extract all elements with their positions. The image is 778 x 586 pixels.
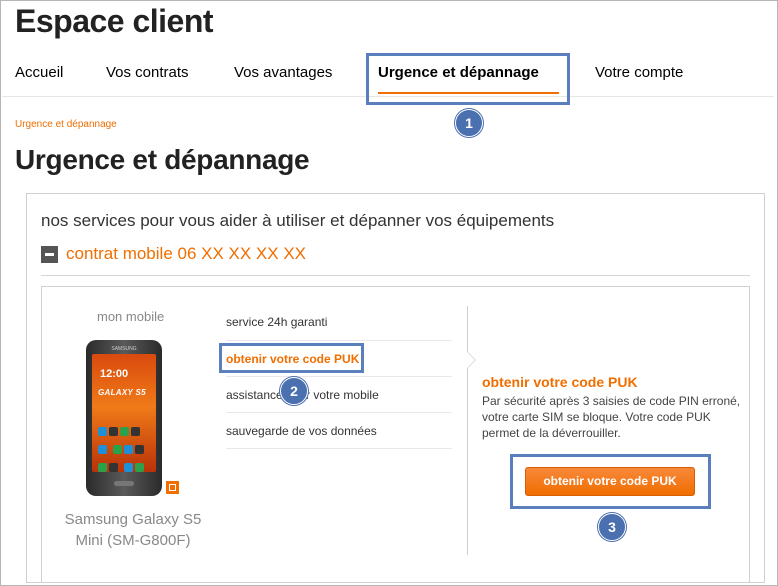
phone-home-button (114, 481, 134, 486)
contract-divider (41, 275, 750, 276)
highlight-box-nav (366, 53, 570, 105)
app-title: Espace client (15, 3, 214, 39)
breadcrumb[interactable]: Urgence et dépannage (15, 119, 117, 130)
phone-model-text: GALAXY S5 (98, 388, 146, 397)
device-name-line1: Samsung Galaxy S5 (64, 511, 202, 528)
service-divider (226, 376, 452, 377)
detail-divider (467, 306, 468, 555)
orange-logo-icon (166, 481, 179, 494)
service-item-sauvegarde[interactable]: sauvegarde de vos données (226, 424, 452, 438)
step-badge-3: 3 (598, 513, 626, 541)
phone-screen: 12:00 GALAXY S5 (92, 354, 156, 472)
service-item-24h[interactable]: service 24h garanti (226, 315, 452, 329)
device-name-line2: Mini (SM-G800F) (75, 532, 191, 549)
nav-item-votre-compte[interactable]: Votre compte (595, 64, 683, 81)
phone-app-grid (97, 424, 151, 472)
detail-title: obtenir votre code PUK (482, 374, 638, 390)
nav-item-vos-avantages[interactable]: Vos avantages (234, 64, 332, 81)
service-divider (226, 412, 452, 413)
device-section-label: mon mobile (97, 309, 165, 324)
intro-text: nos services pour vous aider à utiliser … (41, 211, 555, 230)
nav-item-vos-contrats[interactable]: Vos contrats (106, 64, 189, 81)
nav-item-accueil[interactable]: Accueil (15, 64, 63, 81)
detail-text: Par sécurité après 3 saisies de code PIN… (482, 394, 741, 440)
phone-image: SAMSUNG 12:00 GALAXY S5 (86, 340, 162, 496)
contract-title[interactable]: contrat mobile 06 XX XX XX XX (66, 244, 306, 264)
highlight-box-service (219, 343, 364, 373)
phone-clock-text: 12:00 (100, 368, 129, 380)
highlight-box-button (510, 454, 711, 509)
step-badge-1: 1 (455, 109, 483, 137)
service-divider (226, 448, 452, 449)
phone-brand-text: SAMSUNG (111, 346, 137, 352)
pointer-arrow (467, 352, 475, 368)
page-title: Urgence et dépannage (15, 144, 310, 175)
step-badge-2: 2 (280, 377, 308, 405)
service-item-assistance[interactable]: assistance pour votre mobile (226, 388, 452, 402)
service-divider (226, 340, 452, 341)
device-name: Samsung Galaxy S5 Mini (SM-G800F) (50, 509, 216, 551)
collapse-minus-icon[interactable] (41, 246, 58, 263)
